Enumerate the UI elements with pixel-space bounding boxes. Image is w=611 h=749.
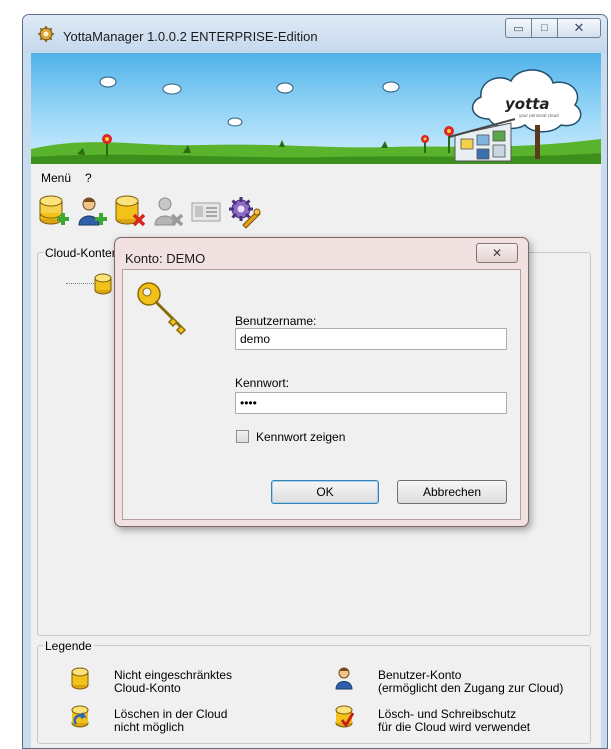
delete-cloud-icon [115, 195, 146, 227]
legend-group-title: Legende [43, 639, 94, 653]
account-dialog: Konto: DEMO ✕ Benutzername: Kennwort: Ke… [114, 237, 529, 527]
header-banner: yotta your personal cloud [31, 53, 601, 164]
delete-user-account-button[interactable] [151, 193, 185, 231]
password-label: Kennwort: [235, 376, 290, 390]
cloud-account-tree-icon[interactable] [94, 273, 112, 295]
svg-text:yotta: yotta [505, 95, 550, 113]
app-gear-icon [38, 26, 54, 42]
legend-text-no-delete: Löschen in der Cloud nicht möglich [114, 707, 228, 734]
minimize-icon: ▭ [513, 22, 524, 35]
settings-gears-icon [229, 197, 261, 229]
delete-cloud-account-button[interactable] [113, 193, 147, 231]
username-label: Benutzername: [235, 314, 317, 328]
user-account-icon [335, 667, 353, 690]
show-password-label[interactable]: Kennwort zeigen [256, 430, 345, 444]
cloud-accounts-group-title: Cloud-Konten [43, 246, 121, 260]
username-input[interactable] [235, 328, 507, 350]
dialog-body: Benutzername: Kennwort: Kennwort zeigen … [122, 269, 521, 520]
menu-item-help[interactable]: ? [85, 171, 92, 185]
write-protect-icon [335, 705, 354, 728]
banner-landscape-illustration: yotta your personal cloud [31, 69, 601, 164]
title-bar[interactable]: YottaManager 1.0.0.2 ENTERPRISE-Edition … [23, 15, 607, 53]
cloud-account-icon [71, 667, 89, 690]
add-user-icon [78, 197, 107, 226]
add-user-account-button[interactable] [75, 193, 109, 231]
legend-group: Legende Nicht eingeschränktes Cloud-Kont… [37, 639, 591, 744]
ok-button[interactable]: OK [271, 480, 379, 504]
cancel-button[interactable]: Abbrechen [397, 480, 507, 504]
tree-connector [66, 283, 96, 284]
legend-text-cloud-account: Nicht eingeschränktes Cloud-Konto [114, 668, 233, 695]
properties-card-icon [191, 202, 221, 222]
close-button[interactable]: ✕ [557, 18, 601, 38]
dialog-title: Konto: DEMO [125, 251, 206, 266]
window-controls: ▭ □ ✕ [505, 18, 601, 40]
properties-button[interactable] [189, 193, 223, 231]
legend-text-write-protect: Lösch- und Schreibschutz für die Cloud w… [378, 707, 531, 734]
delete-user-icon [154, 197, 184, 227]
close-icon: ✕ [573, 20, 585, 35]
no-delete-icon [71, 705, 89, 728]
settings-button[interactable] [227, 193, 261, 231]
password-input[interactable] [235, 392, 507, 414]
maximize-button[interactable]: □ [531, 18, 557, 38]
menu-item-menu[interactable]: Menü [41, 171, 71, 185]
add-cloud-account-button[interactable] [37, 193, 71, 231]
legend-text-user-account: Benutzer-Konto (ermöglicht den Zugang zu… [378, 668, 564, 695]
maximize-icon: □ [541, 22, 548, 34]
dialog-close-button[interactable]: ✕ [476, 243, 518, 263]
toolbar [37, 193, 367, 233]
show-password-checkbox[interactable] [236, 430, 249, 443]
key-icon [137, 282, 187, 336]
add-cloud-icon [39, 195, 69, 225]
close-icon: ✕ [491, 246, 503, 260]
window-title: YottaManager 1.0.0.2 ENTERPRISE-Edition [63, 29, 318, 44]
minimize-button[interactable]: ▭ [505, 18, 531, 38]
menu-bar: Menü ? [31, 167, 601, 189]
svg-text:your personal cloud: your personal cloud [519, 113, 559, 118]
